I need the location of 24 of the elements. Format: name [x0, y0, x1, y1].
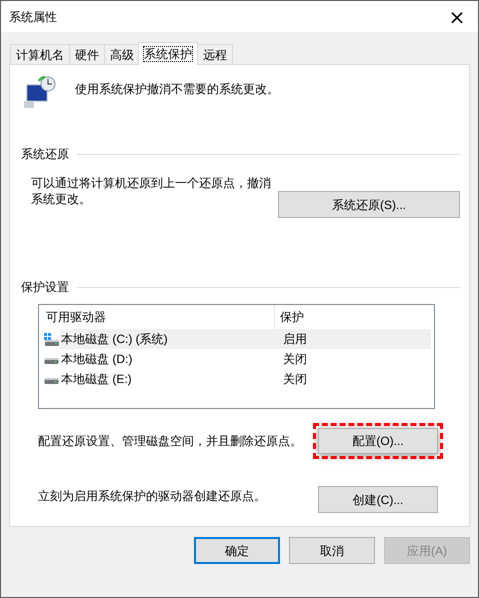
create-button[interactable]: 创建(C)...: [318, 486, 438, 513]
protection-status: 关闭: [282, 371, 308, 388]
tab[interactable]: 计算机名: [10, 44, 70, 64]
drive-name[interactable]: 本地磁盘 (E:): [60, 369, 278, 389]
section-heading: 系统还原: [21, 146, 69, 163]
system-restore-button[interactable]: 系统还原(S)...: [278, 191, 460, 218]
drive-name[interactable]: 本地磁盘 (D:): [60, 349, 278, 369]
window-title: 系统属性: [9, 8, 57, 26]
create-text: 立刻为启用系统保护的驱动器创建还原点。: [38, 488, 267, 504]
section-heading: 保护设置: [21, 279, 69, 296]
tab[interactable]: 远程: [197, 44, 233, 64]
protection-status: 关闭: [282, 351, 308, 368]
close-button[interactable]: ×: [442, 4, 472, 30]
column-header[interactable]: 保护: [275, 305, 434, 329]
tab[interactable]: 硬件: [69, 44, 105, 64]
configure-text: 配置还原设置、管理磁盘空间，并且删除还原点。: [38, 433, 303, 450]
restore-text: 可以通过将计算机还原到上一个还原点，撤消系统更改。: [31, 175, 272, 207]
drive-name[interactable]: 本地磁盘 (C:) (系统): [60, 329, 278, 349]
protection-status: 启用: [278, 329, 431, 349]
computer-icon: [23, 75, 57, 109]
tab[interactable]: 系统保护: [138, 42, 198, 65]
description-text: 使用系统保护撤消不需要的系统更改。: [75, 81, 279, 98]
dialog-button[interactable]: 取消: [289, 537, 375, 564]
dialog-button[interactable]: 确定: [194, 537, 280, 564]
